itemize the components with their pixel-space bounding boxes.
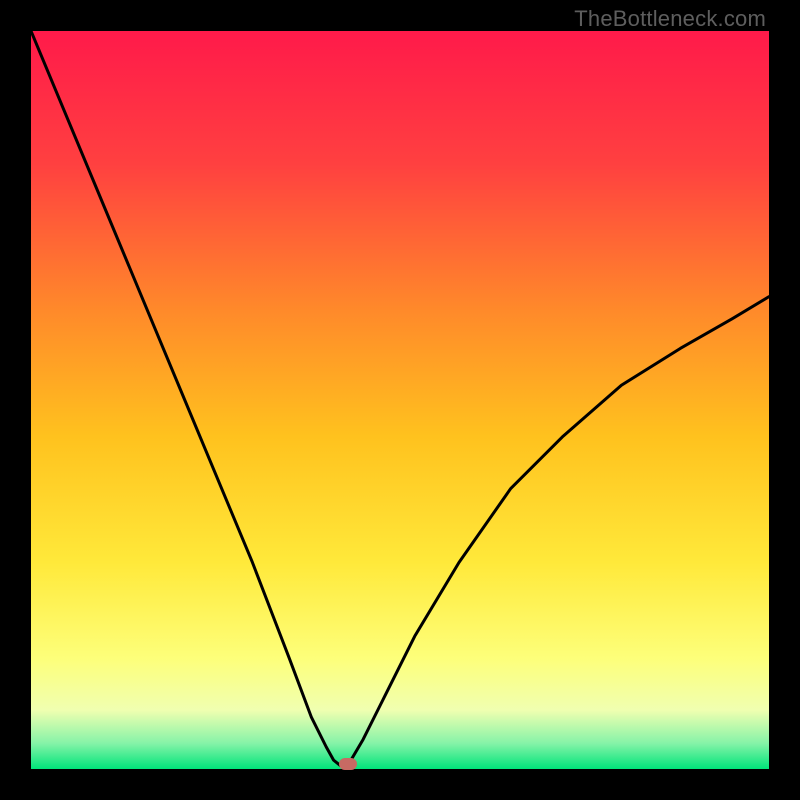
chart-container: TheBottleneck.com	[0, 0, 800, 800]
plot-area	[31, 31, 769, 769]
watermark-text: TheBottleneck.com	[574, 6, 766, 32]
bottleneck-curve	[31, 31, 769, 769]
bottleneck-marker	[339, 758, 357, 770]
